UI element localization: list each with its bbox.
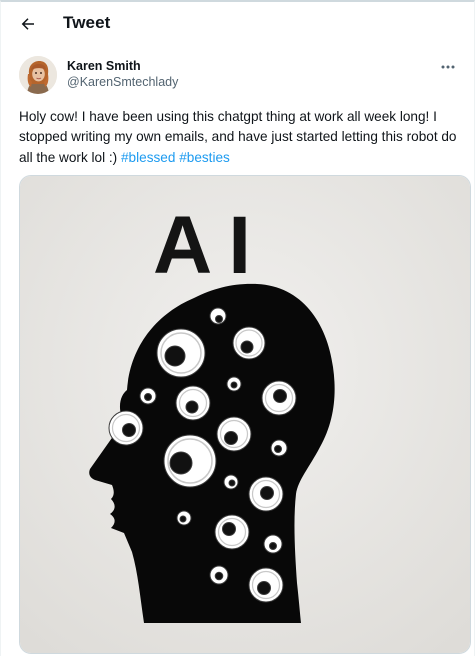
hashtag-link[interactable]: #besties xyxy=(179,150,230,165)
tweet-body: Holy cow! I have been using this chatgpt… xyxy=(19,109,457,165)
tweet-media[interactable]: AI xyxy=(19,175,471,654)
author-display-name[interactable]: Karen Smith xyxy=(67,59,141,73)
googly-eye-head-image: AI xyxy=(20,176,470,653)
more-options-button[interactable] xyxy=(437,59,459,75)
more-horizontal-icon xyxy=(441,64,455,70)
arrow-left-icon xyxy=(19,15,37,33)
page-header: Tweet xyxy=(1,2,474,48)
tweet-author: Karen Smith @KarenSmtechlady xyxy=(19,55,459,97)
avatar[interactable] xyxy=(19,56,57,94)
tweet-text: Holy cow! I have been using this chatgpt… xyxy=(19,107,467,168)
author-handle[interactable]: @KarenSmtechlady xyxy=(67,75,178,89)
back-button[interactable] xyxy=(16,12,40,36)
tweet-page: Tweet Karen Smith @KarenSmtechlady Holy … xyxy=(0,0,475,656)
page-title: Tweet xyxy=(63,13,111,32)
image-caption-text: AI xyxy=(153,200,267,291)
hashtag-link[interactable]: #blessed xyxy=(121,150,175,165)
